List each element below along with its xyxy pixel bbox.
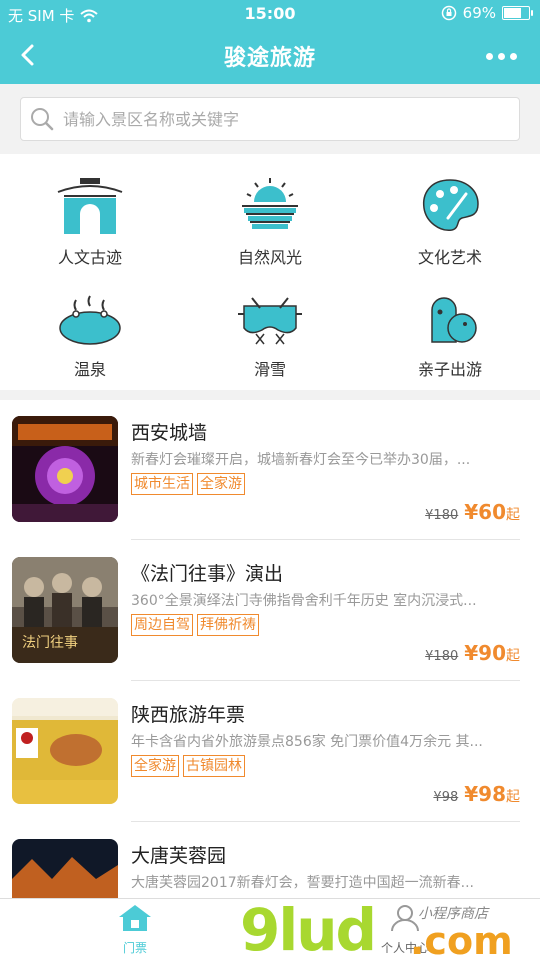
divider	[131, 821, 520, 822]
item-name: 西安城墙	[131, 422, 208, 444]
search-icon	[31, 108, 54, 131]
original-price: ¥180	[425, 508, 459, 523]
category-label: 滑雪	[253, 360, 286, 379]
list-item[interactable]: 陕西旅游年票 年卡含省内省外旅游景点856家 免门票价值4万余元 其... 全家…	[0, 682, 540, 822]
hot-spring-icon	[59, 295, 121, 345]
item-thumbnail: 法门往事	[12, 557, 118, 663]
item-thumbnail	[12, 839, 118, 898]
current-price: ¥98起	[464, 782, 520, 806]
item-desc: 新春灯会璀璨开启，城墙新春灯会至今已举办30届，...	[131, 452, 471, 468]
category-qinzi[interactable]: 亲子出游	[360, 284, 540, 380]
tag-badge: 拜佛祈祷	[197, 614, 259, 636]
battery-percent: 69%	[462, 4, 496, 22]
item-name: 《法门往事》演出	[131, 563, 284, 585]
home-icon	[119, 905, 151, 931]
category-huaxue[interactable]: 滑雪	[180, 284, 360, 380]
item-desc: 360°全景演绎法门寺佛指骨舍利千年历史 室内沉浸式...	[131, 593, 477, 609]
scenic-list: 西安城墙 新春灯会璀璨开启，城墙新春灯会至今已举办30届，... 城市生活 全家…	[0, 400, 540, 898]
item-name: 大唐芙蓉园	[131, 845, 227, 867]
category-renwen[interactable]: 人文古迹	[0, 172, 180, 268]
category-label: 自然风光	[237, 248, 302, 267]
list-item[interactable]: 大唐芙蓉园 大唐芙蓉园2017新春灯会，誓要打造中国超一流新春...	[0, 823, 540, 898]
category-ziran[interactable]: 自然风光	[180, 172, 360, 268]
list-item[interactable]: 法门往事 《法门往事》演出 360°全景演绎法门寺佛指骨舍利千年历史 室内沉浸式…	[0, 541, 540, 681]
palette-icon	[422, 179, 479, 231]
nav-bar: 骏途旅游	[0, 28, 540, 84]
tab-tickets[interactable]: 门票	[0, 903, 270, 956]
search-input[interactable]	[61, 108, 485, 130]
category-grid: 人文古迹 自然风光 文化艺术 温泉 滑雪 亲子出游	[0, 154, 540, 390]
parent-child-icon	[431, 297, 477, 343]
item-tags: 全家游 古镇园林	[131, 755, 245, 777]
item-price: ¥98 ¥98起	[433, 782, 520, 806]
divider	[131, 680, 520, 681]
category-label: 人文古迹	[57, 248, 122, 267]
search-area	[0, 84, 540, 154]
status-right: 69%	[441, 4, 533, 22]
category-label: 温泉	[73, 360, 106, 379]
category-label: 文化艺术	[417, 248, 482, 267]
tab-label: 门票	[122, 941, 147, 955]
category-wenquan[interactable]: 温泉	[0, 284, 180, 380]
tag-badge: 周边自驾	[131, 614, 193, 636]
tag-badge: 古镇园林	[183, 755, 245, 777]
more-dots-icon[interactable]	[486, 46, 522, 66]
svg-text:小程序商店: 小程序商店	[418, 906, 490, 922]
item-name: 陕西旅游年票	[131, 704, 246, 726]
item-price: ¥180 ¥60起	[425, 500, 520, 524]
original-price: ¥98	[433, 790, 459, 805]
item-tags: 城市生活 全家游	[131, 473, 245, 495]
category-label: 亲子出游	[417, 360, 482, 379]
current-price: ¥60起	[464, 500, 520, 524]
page-title: 骏途旅游	[223, 46, 316, 71]
svg-text:法门往事: 法门往事	[22, 635, 78, 651]
divider	[131, 539, 520, 540]
orientation-lock-icon	[441, 5, 456, 21]
search-box[interactable]	[20, 97, 520, 141]
battery-fill	[504, 8, 521, 18]
list-item[interactable]: 西安城墙 新春灯会璀璨开启，城墙新春灯会至今已举办30届，... 城市生活 全家…	[0, 400, 540, 540]
status-bar: 无 SIM 卡 15:00 69%	[0, 0, 540, 28]
svg-text:.com: .com	[410, 919, 513, 960]
item-desc: 年卡含省内省外旅游景点856家 免门票价值4万余元 其...	[131, 734, 483, 750]
watermark-logo: 9lud .com 小程序商店	[240, 896, 513, 960]
category-wenhua[interactable]: 文化艺术	[360, 172, 540, 268]
battery-icon	[502, 6, 533, 20]
item-tags: 周边自驾 拜佛祈祷	[131, 614, 259, 636]
tag-badge: 全家游	[197, 473, 245, 495]
item-thumbnail	[12, 416, 118, 522]
ski-goggles-icon	[238, 297, 302, 345]
current-price: ¥90起	[464, 641, 520, 665]
svg-text:9lud: 9lud	[240, 896, 375, 960]
sunrise-icon	[242, 178, 298, 229]
item-price: ¥180 ¥90起	[425, 641, 520, 665]
item-thumbnail	[12, 698, 118, 804]
tag-badge: 全家游	[131, 755, 179, 777]
ancient-gate-icon	[57, 178, 123, 234]
original-price: ¥180	[425, 649, 459, 664]
tag-badge: 城市生活	[131, 473, 193, 495]
item-desc: 大唐芙蓉园2017新春灯会，誓要打造中国超一流新春...	[131, 875, 474, 891]
